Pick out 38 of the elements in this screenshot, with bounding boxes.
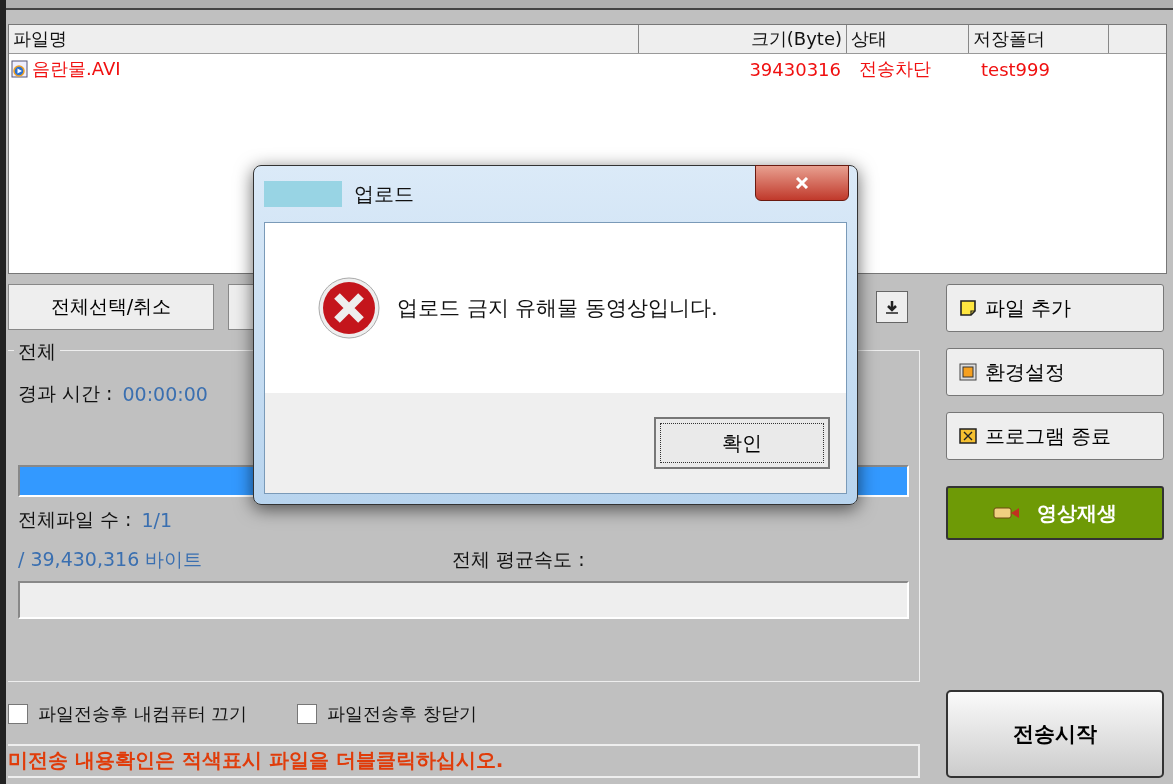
side-button[interactable]: 파일 추가 <box>946 284 1164 332</box>
checkbox[interactable] <box>297 703 318 724</box>
video-file-icon <box>11 60 29 78</box>
close-icon <box>959 427 977 445</box>
label: 전체 평균속도 : <box>452 547 585 572</box>
select-all-button[interactable]: 전체선택/취소 <box>8 284 214 330</box>
label: 전체파일 수 : <box>18 507 132 532</box>
error-icon <box>317 276 381 340</box>
ok-button[interactable]: 확인 <box>654 417 830 469</box>
checkbox-label[interactable]: 파일전송후 내컴퓨터 끄기 <box>38 701 248 726</box>
column-header[interactable]: 파일명 <box>9 25 639 53</box>
table-cell[interactable]: 음란물.AVI <box>32 57 121 81</box>
file-count: 1/1 <box>141 509 173 531</box>
checkbox-label[interactable]: 파일전송후 창닫기 <box>327 701 478 726</box>
app-icon <box>264 181 342 207</box>
note-icon <box>959 299 977 317</box>
side-button[interactable]: 환경설정 <box>946 348 1164 396</box>
close-icon <box>794 177 810 189</box>
table-cell-text: 전송차단 <box>858 57 932 81</box>
checkbox[interactable] <box>8 703 28 724</box>
square-icon <box>959 363 977 381</box>
label: 경과 시간 : <box>18 381 113 406</box>
table-cell-text: 39430316 <box>748 58 842 80</box>
elapsed-time: 00:00:00 <box>122 383 208 405</box>
byte-total: / 39,430,316 바이트 <box>18 547 203 572</box>
close-button[interactable] <box>755 165 849 201</box>
download-button[interactable] <box>876 291 908 323</box>
column-header[interactable]: 상태 <box>847 25 969 53</box>
camera-icon <box>993 505 1021 521</box>
start-button[interactable]: 전송시작 <box>946 690 1164 778</box>
dialog-message: 업로드 금지 유해물 동영상입니다. <box>397 295 718 322</box>
side-button[interactable]: 프로그램 종료 <box>946 412 1164 460</box>
status-message: 미전송 내용확인은 적색표시 파일을 더블클릭하십시오. <box>8 747 504 775</box>
column-header[interactable]: 저장폴더 <box>969 25 1109 53</box>
download-icon <box>885 299 899 315</box>
column-header[interactable]: 크기(Byte) <box>639 25 847 53</box>
table-cell-text: test999 <box>980 58 1051 80</box>
dialog-title: 업로드 <box>354 180 414 208</box>
